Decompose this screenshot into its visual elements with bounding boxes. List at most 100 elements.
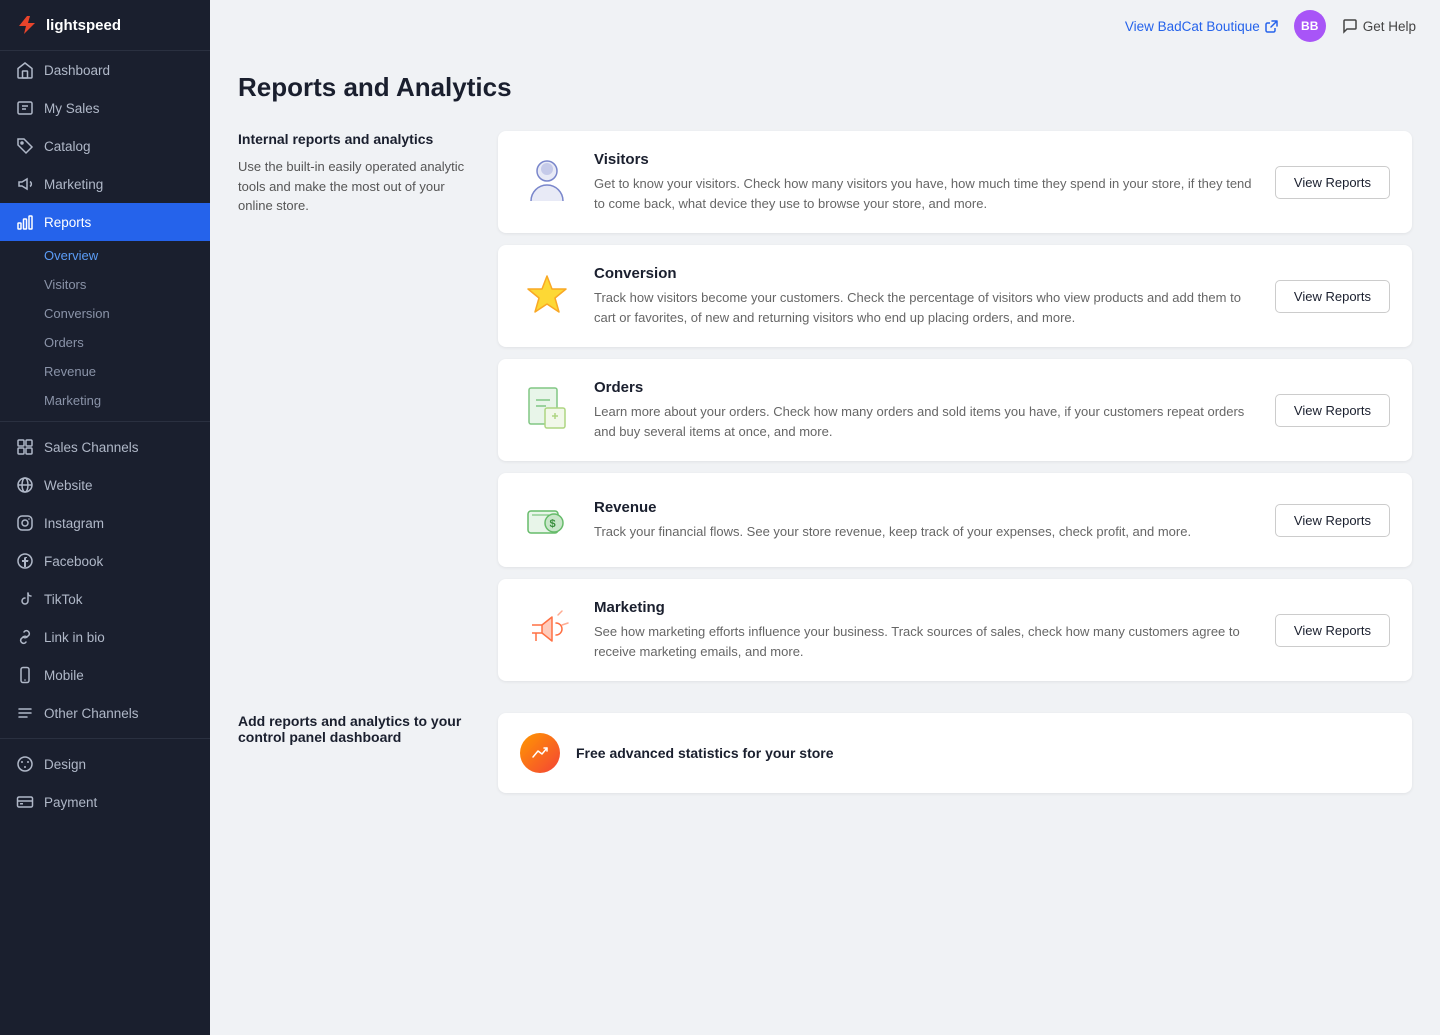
conversion-card-icon <box>520 269 574 323</box>
design-label: Design <box>44 757 86 772</box>
revenue-card: $ Revenue Track your financial flows. Se… <box>498 473 1412 567</box>
visitors-card-info: Visitors Get to know your visitors. Chec… <box>594 151 1255 213</box>
revenue-card-icon: $ <box>520 493 574 547</box>
revenue-card-info: Revenue Track your financial flows. See … <box>594 499 1255 542</box>
sidebar-nav-item-reports[interactable]: Reports <box>0 203 210 241</box>
sidebar: lightspeed Dashboard My Sales Catalog Ma… <box>0 0 210 1035</box>
sidebar-nav-item-website[interactable]: Website <box>0 466 210 504</box>
marketing-card: Marketing See how marketing efforts infl… <box>498 579 1412 681</box>
link-icon <box>16 628 34 646</box>
view-store-link[interactable]: View BadCat Boutique <box>1125 19 1278 34</box>
lightspeed-logo-icon <box>16 14 38 36</box>
payment-icon <box>16 793 34 811</box>
marketing-view-reports-button[interactable]: View Reports <box>1275 614 1390 647</box>
marketing-card-icon <box>520 603 574 657</box>
link-in-bio-label: Link in bio <box>44 630 105 645</box>
orders-card-info: Orders Learn more about your orders. Che… <box>594 379 1255 441</box>
bottom-section: Add reports and analytics to your contro… <box>238 713 1412 793</box>
bottom-card-title: Free advanced statistics for your store <box>576 745 834 761</box>
tag-icon <box>16 137 34 155</box>
sales-icon <box>16 99 34 117</box>
globe-icon <box>16 476 34 494</box>
sidebar-nav-item-dashboard[interactable]: Dashboard <box>0 51 210 89</box>
orders-card: Orders Learn more about your orders. Che… <box>498 359 1412 461</box>
megaphone-icon <box>16 175 34 193</box>
sidebar-sub-item-revenue[interactable]: Revenue <box>0 357 210 386</box>
tiktok-icon <box>16 590 34 608</box>
palette-icon <box>16 755 34 773</box>
page-content: Reports and Analytics Internal reports a… <box>210 52 1440 833</box>
sidebar-sub-item-overview[interactable]: Overview <box>0 241 210 270</box>
sales-channels-label: Sales Channels <box>44 440 139 455</box>
bottom-card-icon <box>520 733 560 773</box>
sidebar-nav-item-link-in-bio[interactable]: Link in bio <box>0 618 210 656</box>
facebook-label: Facebook <box>44 554 103 569</box>
conversion-view-reports-button[interactable]: View Reports <box>1275 280 1390 313</box>
sidebar-nav-item-marketing[interactable]: Marketing <box>0 165 210 203</box>
sidebar-divider-2 <box>0 738 210 739</box>
orders-card-icon <box>520 383 574 437</box>
main-content: View BadCat Boutique BB Get Help Reports… <box>210 0 1440 1035</box>
facebook-icon <box>16 552 34 570</box>
bottom-section-card: Free advanced statistics for your store <box>498 713 1412 793</box>
internal-reports-text: Use the built-in easily operated analyti… <box>238 157 478 216</box>
home-icon <box>16 61 34 79</box>
orders-icon <box>523 384 571 436</box>
page-title: Reports and Analytics <box>238 72 1412 103</box>
get-help-button[interactable]: Get Help <box>1342 18 1416 34</box>
sidebar-divider-1 <box>0 421 210 422</box>
sidebar-nav-item-design[interactable]: Design <box>0 745 210 783</box>
marketing-icon <box>522 605 572 655</box>
other-icon <box>16 704 34 722</box>
other-channels-label: Other Channels <box>44 706 139 721</box>
star-icon <box>522 271 572 321</box>
sidebar-nav-item-tiktok[interactable]: TikTok <box>0 580 210 618</box>
sidebar-nav-item-instagram[interactable]: Instagram <box>0 504 210 542</box>
marketing-label: Marketing <box>44 177 103 192</box>
internal-reports-description: Internal reports and analytics Use the b… <box>238 131 478 681</box>
instagram-icon <box>16 514 34 532</box>
bottom-section-heading: Add reports and analytics to your contro… <box>238 713 478 745</box>
sidebar-nav-item-facebook[interactable]: Facebook <box>0 542 210 580</box>
chart-icon <box>16 213 34 231</box>
revenue-icon: $ <box>522 495 572 545</box>
sidebar-sub-item-orders[interactable]: Orders <box>0 328 210 357</box>
sidebar-sub-item-marketing[interactable]: Marketing <box>0 386 210 415</box>
chat-icon <box>1342 18 1358 34</box>
orders-view-reports-button[interactable]: View Reports <box>1275 394 1390 427</box>
grid-icon <box>16 438 34 456</box>
report-cards-list: Visitors Get to know your visitors. Chec… <box>498 131 1412 681</box>
visitor-icon <box>523 155 571 209</box>
visitors-card-icon <box>520 155 574 209</box>
sidebar-logo[interactable]: lightspeed <box>0 0 210 51</box>
internal-reports-heading: Internal reports and analytics <box>238 131 478 147</box>
reports-label: Reports <box>44 215 91 230</box>
mobile-label: Mobile <box>44 668 84 683</box>
instagram-label: Instagram <box>44 516 104 531</box>
website-label: Website <box>44 478 93 493</box>
internal-reports-section: Internal reports and analytics Use the b… <box>238 131 1412 681</box>
sidebar-nav-item-payment[interactable]: Payment <box>0 783 210 821</box>
svg-text:$: $ <box>550 518 556 530</box>
mobile-icon <box>16 666 34 684</box>
marketing-card-info: Marketing See how marketing efforts infl… <box>594 599 1255 661</box>
catalog-label: Catalog <box>44 139 91 154</box>
sidebar-nav-item-catalog[interactable]: Catalog <box>0 127 210 165</box>
sidebar-nav-item-mobile[interactable]: Mobile <box>0 656 210 694</box>
sidebar-nav-item-sales-channels[interactable]: Sales Channels <box>0 428 210 466</box>
revenue-view-reports-button[interactable]: View Reports <box>1275 504 1390 537</box>
sidebar-logo-text: lightspeed <box>46 17 121 34</box>
chart-up-icon <box>530 743 550 763</box>
conversion-card-info: Conversion Track how visitors become you… <box>594 265 1255 327</box>
sidebar-nav-item-my-sales[interactable]: My Sales <box>0 89 210 127</box>
tiktok-label: TikTok <box>44 592 83 607</box>
payment-label: Payment <box>44 795 97 810</box>
external-link-icon <box>1265 20 1278 33</box>
sidebar-nav-item-other-channels[interactable]: Other Channels <box>0 694 210 732</box>
topbar: View BadCat Boutique BB Get Help <box>210 0 1440 52</box>
visitors-view-reports-button[interactable]: View Reports <box>1275 166 1390 199</box>
user-avatar[interactable]: BB <box>1294 10 1326 42</box>
bottom-section-description: Add reports and analytics to your contro… <box>238 713 478 793</box>
sidebar-sub-item-visitors[interactable]: Visitors <box>0 270 210 299</box>
sidebar-sub-item-conversion[interactable]: Conversion <box>0 299 210 328</box>
